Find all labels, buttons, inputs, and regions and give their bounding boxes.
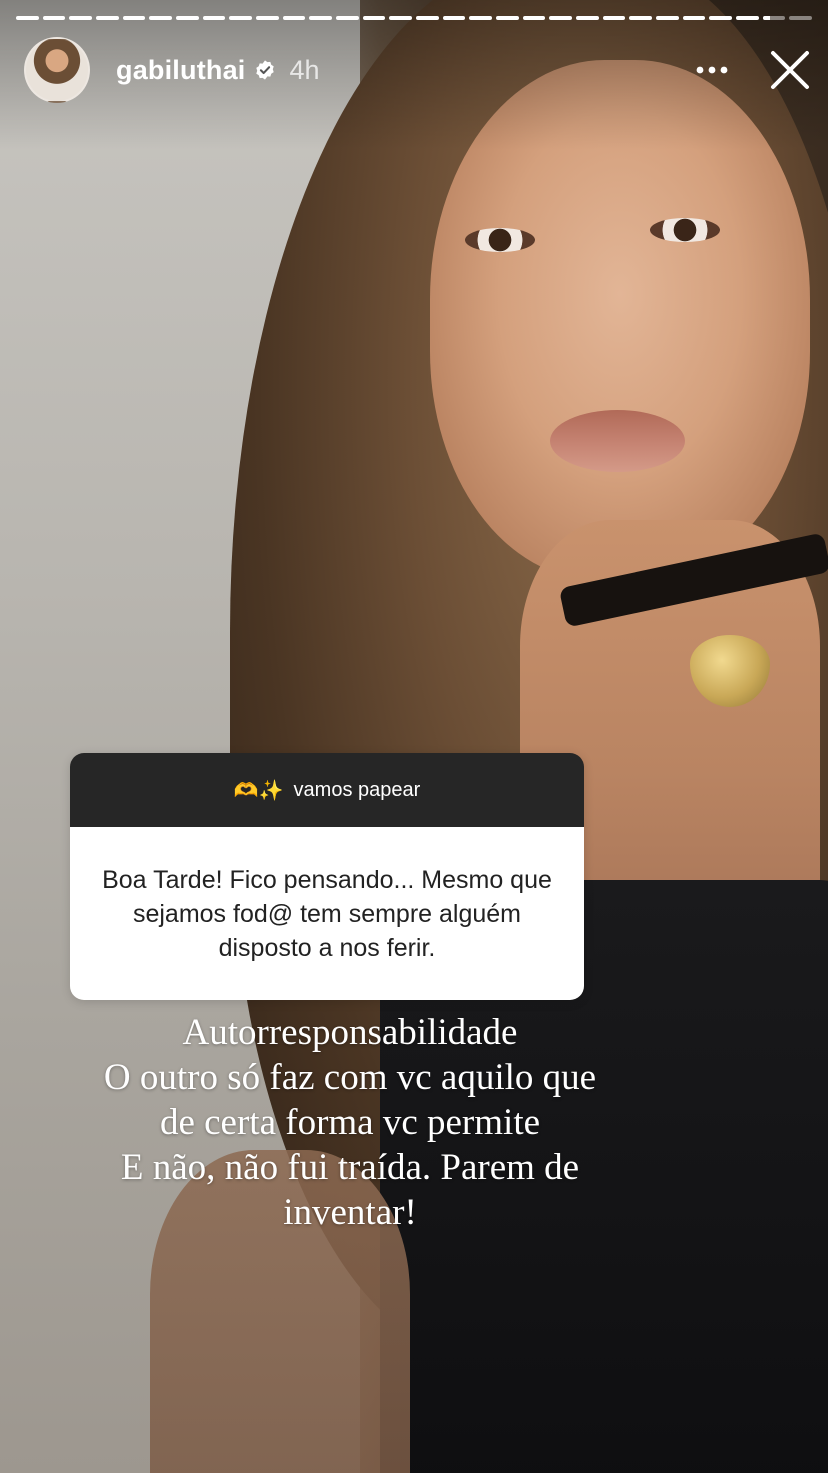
story-progress-fill xyxy=(96,16,119,20)
story-header: gabiluthai 4h xyxy=(24,37,814,103)
story-photo-eye-right xyxy=(650,218,720,242)
verified-badge-icon xyxy=(254,59,276,81)
story-photo-eye-left xyxy=(465,228,535,252)
story-progress-segment xyxy=(736,16,759,20)
story-progress-fill xyxy=(416,16,439,20)
close-button[interactable] xyxy=(766,46,814,94)
story-progress-fill xyxy=(42,16,66,20)
story-progress-segment xyxy=(229,16,253,20)
story-progress-fill xyxy=(709,16,733,20)
story-progress-segment xyxy=(576,16,599,20)
story-progress-fill xyxy=(736,16,759,20)
story-progress-segment xyxy=(416,16,439,20)
caption-line: Autorresponsabilidade xyxy=(182,1012,518,1053)
story-progress-fill xyxy=(202,16,226,20)
story-progress-fill xyxy=(69,16,93,20)
story-progress-segment xyxy=(202,16,226,20)
story-timestamp: 4h xyxy=(289,54,320,85)
story-progress-segment xyxy=(709,16,733,20)
story-progress-segment xyxy=(42,16,66,20)
story-progress-segment xyxy=(309,16,333,20)
more-options-button[interactable] xyxy=(688,46,736,94)
story-progress-segment xyxy=(16,16,39,20)
question-sticker[interactable]: 🫶✨ vamos papear Boa Tarde! Fico pensando… xyxy=(70,753,584,1000)
story-progress-fill xyxy=(122,16,146,20)
story-progress-segment xyxy=(682,16,706,20)
story-progress-fill xyxy=(602,16,626,20)
caption-line: E não, não fui traída. Parem de xyxy=(120,1147,580,1188)
story-progress-segment xyxy=(656,16,679,20)
story-progress-segment xyxy=(362,16,386,20)
story-progress-fill xyxy=(629,16,653,20)
caption-line: inventar! xyxy=(283,1192,417,1233)
story-progress-segment xyxy=(522,16,546,20)
story-progress-segment xyxy=(469,16,493,20)
story-progress-fill xyxy=(256,16,279,20)
caption-line: O outro só faz com vc aquilo que xyxy=(103,1057,597,1098)
question-answer-text: Boa Tarde! Fico pensando... Mesmo que se… xyxy=(102,865,552,962)
story-viewer[interactable]: gabiluthai 4h 🫶✨ vamos papear Boa Tarde!… xyxy=(0,0,828,1473)
story-photo-lips xyxy=(550,410,685,472)
story-progress-fill xyxy=(522,16,546,20)
story-progress-fill xyxy=(389,16,413,20)
story-progress-fill xyxy=(682,16,706,20)
more-horizontal-icon xyxy=(696,66,728,74)
question-prompt: vamos papear xyxy=(293,778,421,801)
story-progress-segment xyxy=(549,16,573,20)
story-progress-fill xyxy=(336,16,359,20)
story-progress-segment xyxy=(69,16,93,20)
story-progress-segment xyxy=(282,16,306,20)
question-answer: Boa Tarde! Fico pensando... Mesmo que se… xyxy=(70,827,584,1000)
username[interactable]: gabiluthai xyxy=(116,55,246,86)
story-progress-segment xyxy=(629,16,653,20)
story-progress-fill xyxy=(149,16,173,20)
story-caption: Autorresponsabilidade O outro só faz com… xyxy=(40,1010,660,1235)
story-progress-segment xyxy=(442,16,466,20)
heart-hands-sparkles-icon: 🫶✨ xyxy=(233,778,284,802)
story-progress-segment xyxy=(256,16,279,20)
story-progress-fill xyxy=(762,16,770,20)
story-progress-fill xyxy=(442,16,466,20)
story-progress-segment xyxy=(176,16,199,20)
story-progress-segment xyxy=(336,16,359,20)
story-progress-fill xyxy=(176,16,199,20)
story-progress-segment xyxy=(762,16,786,20)
story-progress-segment xyxy=(389,16,413,20)
story-progress-fill xyxy=(229,16,253,20)
story-progress-segment xyxy=(602,16,626,20)
story-progress-fill xyxy=(656,16,679,20)
avatar[interactable] xyxy=(24,37,90,103)
story-progress-fill xyxy=(282,16,306,20)
story-progress-segment xyxy=(96,16,119,20)
story-progress-segment xyxy=(122,16,146,20)
story-progress-fill xyxy=(576,16,599,20)
story-progress-fill xyxy=(16,16,39,20)
caption-line: de certa forma vc permite xyxy=(159,1102,541,1143)
story-progress-segment xyxy=(149,16,173,20)
story-progress-segment xyxy=(496,16,519,20)
question-sticker-header: 🫶✨ vamos papear xyxy=(70,753,584,827)
story-progress-bar xyxy=(16,16,813,20)
story-progress-fill xyxy=(362,16,386,20)
story-progress-fill xyxy=(496,16,519,20)
story-progress-fill xyxy=(549,16,573,20)
story-progress-segment xyxy=(789,16,813,20)
story-progress-fill xyxy=(309,16,333,20)
close-icon xyxy=(771,51,809,89)
story-progress-fill xyxy=(469,16,493,20)
